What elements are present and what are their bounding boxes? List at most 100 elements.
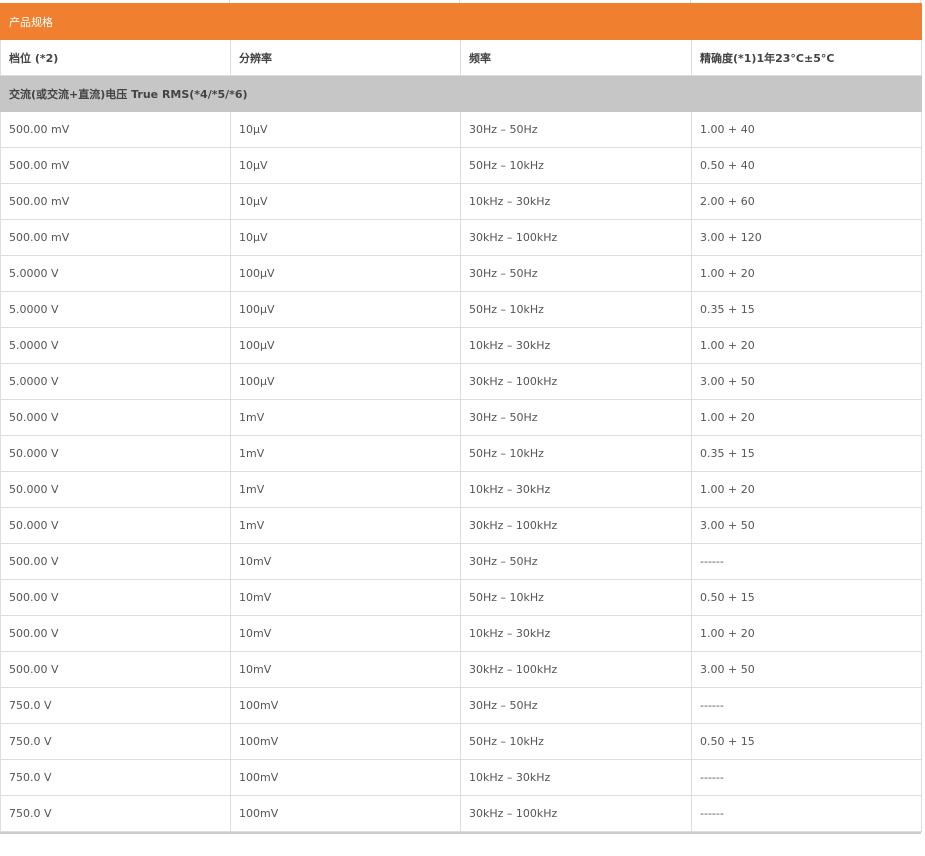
spec-table-container: 产品规格 档位 (*2) 分辨率 频率 精确度(*1)1年23°C±5°C 交流… bbox=[0, 0, 922, 834]
cell-range: 500.00 mV bbox=[0, 111, 231, 148]
table-row: 50.000 V 1mV 50Hz – 10kHz 0.35 + 15 bbox=[0, 435, 922, 472]
cell-accuracy: 1.00 + 20 bbox=[691, 255, 922, 292]
cell-range: 500.00 mV bbox=[0, 183, 231, 220]
table-title-row: 产品规格 bbox=[0, 3, 922, 40]
table-row: 5.0000 V 100µV 30kHz – 100kHz 3.00 + 50 bbox=[0, 363, 922, 400]
top-strip-cell bbox=[460, 0, 691, 3]
cell-accuracy: 1.00 + 20 bbox=[691, 615, 922, 652]
top-strip-cell bbox=[691, 0, 921, 3]
section-label: 交流(或交流+直流)电压 True RMS(*4/*5/*6) bbox=[0, 75, 922, 112]
cell-resolution: 100µV bbox=[230, 255, 461, 292]
cell-frequency: 30kHz – 100kHz bbox=[460, 219, 692, 256]
cell-accuracy: ------ bbox=[691, 543, 922, 580]
table-row: 5.0000 V 100µV 50Hz – 10kHz 0.35 + 15 bbox=[0, 291, 922, 328]
cell-resolution: 100mV bbox=[230, 723, 461, 760]
cell-resolution: 10mV bbox=[230, 615, 461, 652]
cell-accuracy: ------ bbox=[691, 687, 922, 724]
cell-range: 750.0 V bbox=[0, 723, 231, 760]
cell-resolution: 10mV bbox=[230, 543, 461, 580]
header-range: 档位 (*2) bbox=[0, 39, 231, 76]
cell-accuracy: ------ bbox=[691, 795, 922, 832]
bottom-divider bbox=[0, 832, 921, 834]
cell-resolution: 100µV bbox=[230, 327, 461, 364]
cell-resolution: 10µV bbox=[230, 111, 461, 148]
table-row: 750.0 V 100mV 10kHz – 30kHz ------ bbox=[0, 759, 922, 796]
cell-frequency: 10kHz – 30kHz bbox=[460, 327, 692, 364]
cell-resolution: 1mV bbox=[230, 435, 461, 472]
header-accuracy: 精确度(*1)1年23°C±5°C bbox=[691, 39, 922, 76]
cell-frequency: 10kHz – 30kHz bbox=[460, 183, 692, 220]
cell-range: 5.0000 V bbox=[0, 363, 231, 400]
table-row: 50.000 V 1mV 30Hz – 50Hz 1.00 + 20 bbox=[0, 399, 922, 436]
cell-range: 50.000 V bbox=[0, 399, 231, 436]
cell-accuracy: 0.50 + 40 bbox=[691, 147, 922, 184]
cell-range: 50.000 V bbox=[0, 435, 231, 472]
table-row: 500.00 V 10mV 30kHz – 100kHz 3.00 + 50 bbox=[0, 651, 922, 688]
cell-resolution: 10µV bbox=[230, 183, 461, 220]
cell-frequency: 50Hz – 10kHz bbox=[460, 291, 692, 328]
cell-resolution: 10mV bbox=[230, 651, 461, 688]
table-row: 500.00 V 10mV 50Hz – 10kHz 0.50 + 15 bbox=[0, 579, 922, 616]
spec-table: 产品规格 档位 (*2) 分辨率 频率 精确度(*1)1年23°C±5°C 交流… bbox=[0, 3, 922, 832]
cell-frequency: 30kHz – 100kHz bbox=[460, 795, 692, 832]
table-row: 500.00 mV 10µV 30Hz – 50Hz 1.00 + 40 bbox=[0, 111, 922, 148]
cell-range: 500.00 V bbox=[0, 543, 231, 580]
cell-resolution: 10µV bbox=[230, 147, 461, 184]
cell-range: 50.000 V bbox=[0, 507, 231, 544]
cell-accuracy: 3.00 + 50 bbox=[691, 507, 922, 544]
cell-frequency: 50Hz – 10kHz bbox=[460, 147, 692, 184]
cell-frequency: 30Hz – 50Hz bbox=[460, 543, 692, 580]
cell-frequency: 30Hz – 50Hz bbox=[460, 111, 692, 148]
cell-range: 5.0000 V bbox=[0, 291, 231, 328]
cell-frequency: 10kHz – 30kHz bbox=[460, 471, 692, 508]
table-row: 750.0 V 100mV 30Hz – 50Hz ------ bbox=[0, 687, 922, 724]
cell-frequency: 50Hz – 10kHz bbox=[460, 579, 692, 616]
cell-accuracy: 1.00 + 40 bbox=[691, 111, 922, 148]
top-strip bbox=[0, 0, 921, 3]
table-row: 50.000 V 1mV 30kHz – 100kHz 3.00 + 50 bbox=[0, 507, 922, 544]
cell-accuracy: 3.00 + 120 bbox=[691, 219, 922, 256]
cell-resolution: 100mV bbox=[230, 795, 461, 832]
table-row: 5.0000 V 100µV 30Hz – 50Hz 1.00 + 20 bbox=[0, 255, 922, 292]
cell-accuracy: 1.00 + 20 bbox=[691, 471, 922, 508]
cell-range: 5.0000 V bbox=[0, 255, 231, 292]
cell-range: 50.000 V bbox=[0, 471, 231, 508]
table-row: 500.00 V 10mV 10kHz – 30kHz 1.00 + 20 bbox=[0, 615, 922, 652]
table-row: 750.0 V 100mV 50Hz – 10kHz 0.50 + 15 bbox=[0, 723, 922, 760]
cell-frequency: 30kHz – 100kHz bbox=[460, 651, 692, 688]
cell-accuracy: ------ bbox=[691, 759, 922, 796]
cell-frequency: 30Hz – 50Hz bbox=[460, 255, 692, 292]
cell-range: 500.00 V bbox=[0, 651, 231, 688]
cell-accuracy: 0.35 + 15 bbox=[691, 291, 922, 328]
cell-range: 750.0 V bbox=[0, 795, 231, 832]
cell-resolution: 100µV bbox=[230, 363, 461, 400]
table-row: 5.0000 V 100µV 10kHz – 30kHz 1.00 + 20 bbox=[0, 327, 922, 364]
cell-resolution: 100µV bbox=[230, 291, 461, 328]
table-row: 500.00 mV 10µV 10kHz – 30kHz 2.00 + 60 bbox=[0, 183, 922, 220]
cell-frequency: 30Hz – 50Hz bbox=[460, 399, 692, 436]
top-strip-cell bbox=[230, 0, 460, 3]
cell-range: 500.00 V bbox=[0, 615, 231, 652]
cell-frequency: 10kHz – 30kHz bbox=[460, 615, 692, 652]
cell-frequency: 50Hz – 10kHz bbox=[460, 723, 692, 760]
header-frequency: 频率 bbox=[460, 39, 692, 76]
cell-accuracy: 3.00 + 50 bbox=[691, 363, 922, 400]
cell-resolution: 10mV bbox=[230, 579, 461, 616]
cell-accuracy: 2.00 + 60 bbox=[691, 183, 922, 220]
cell-accuracy: 0.50 + 15 bbox=[691, 723, 922, 760]
cell-resolution: 1mV bbox=[230, 507, 461, 544]
cell-accuracy: 3.00 + 50 bbox=[691, 651, 922, 688]
top-strip-cell bbox=[0, 0, 230, 3]
cell-range: 500.00 mV bbox=[0, 147, 231, 184]
cell-accuracy: 1.00 + 20 bbox=[691, 399, 922, 436]
section-row: 交流(或交流+直流)电压 True RMS(*4/*5/*6) bbox=[0, 75, 922, 112]
cell-resolution: 1mV bbox=[230, 399, 461, 436]
cell-frequency: 30kHz – 100kHz bbox=[460, 363, 692, 400]
header-resolution: 分辨率 bbox=[230, 39, 461, 76]
table-title: 产品规格 bbox=[0, 3, 922, 40]
cell-resolution: 1mV bbox=[230, 471, 461, 508]
table-row: 500.00 mV 10µV 50Hz – 10kHz 0.50 + 40 bbox=[0, 147, 922, 184]
table-row: 750.0 V 100mV 30kHz – 100kHz ------ bbox=[0, 795, 922, 832]
cell-frequency: 30kHz – 100kHz bbox=[460, 507, 692, 544]
cell-resolution: 10µV bbox=[230, 219, 461, 256]
